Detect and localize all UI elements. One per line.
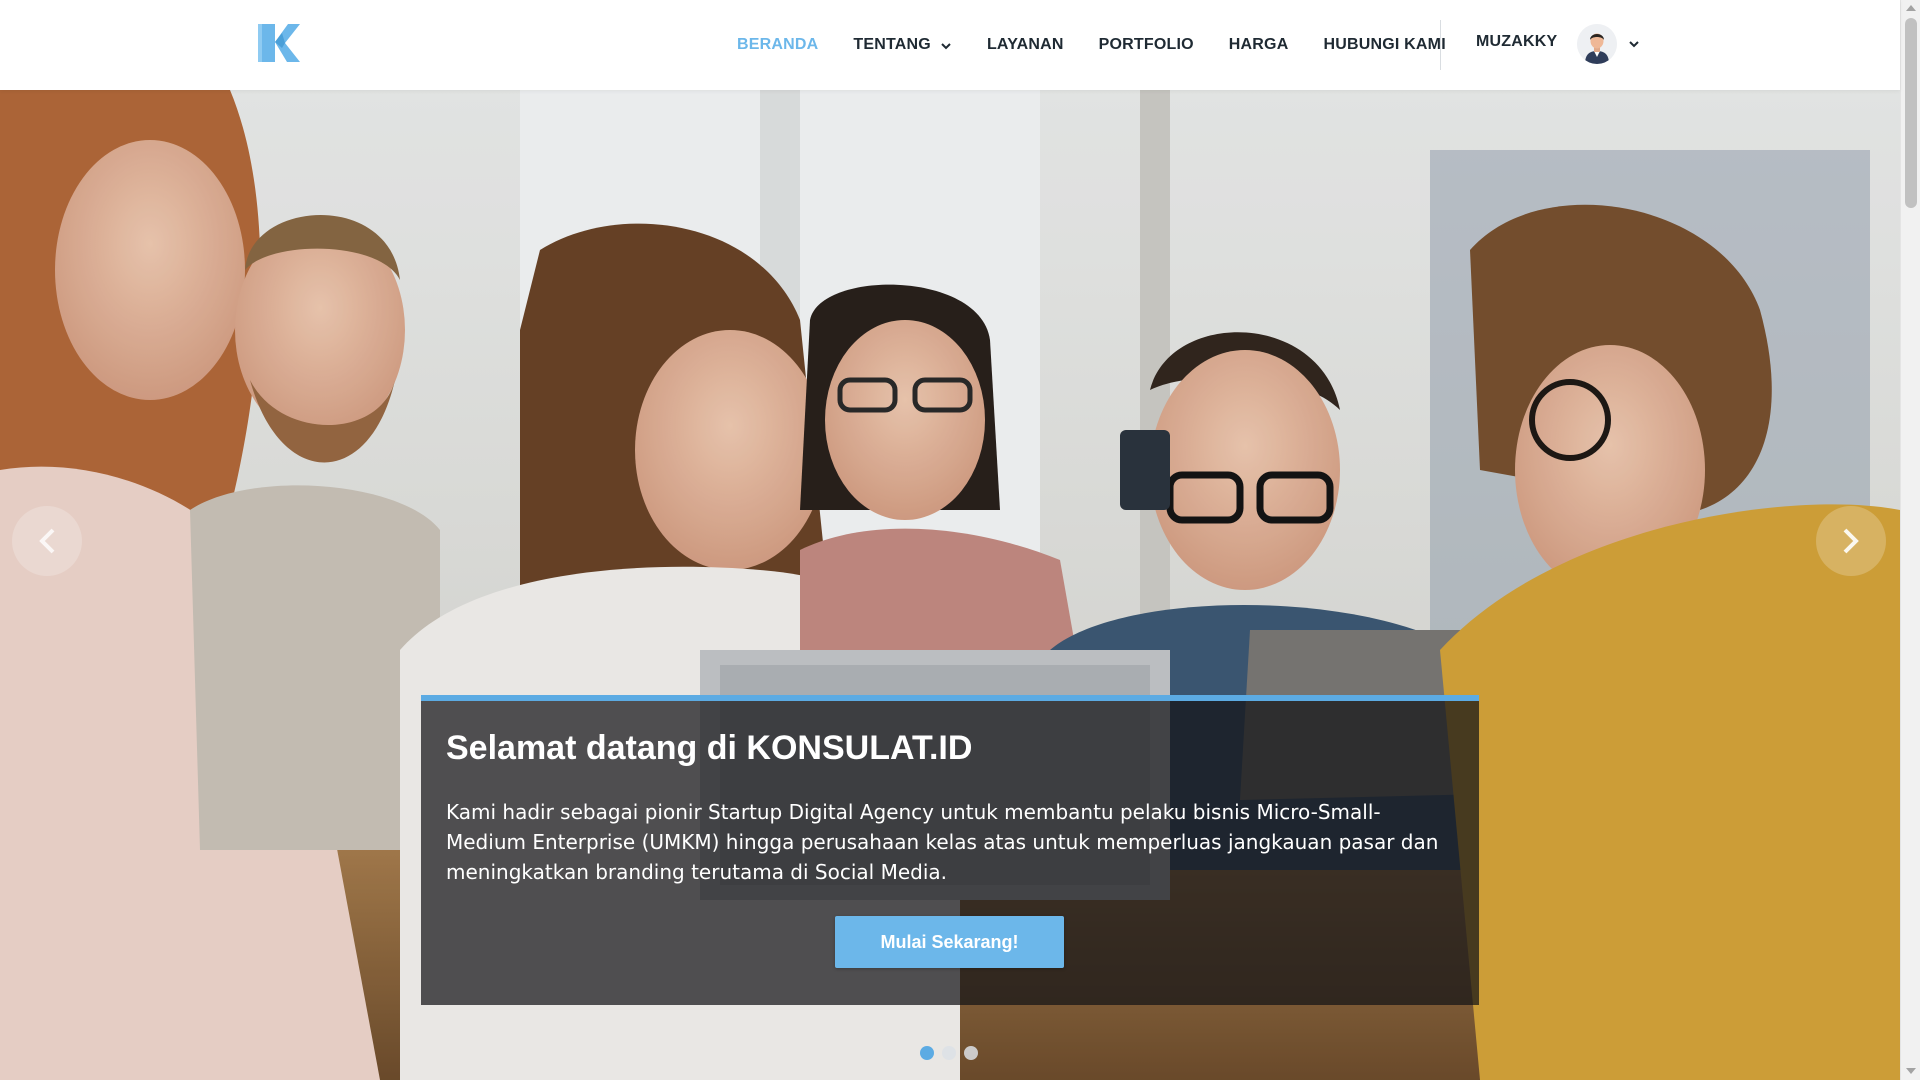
navbar: BERANDA TENTANG LAYANAN PORTFOLIO HARGA … [0, 0, 1900, 90]
nav-beranda[interactable]: BERANDA [737, 36, 818, 54]
carousel-caption: Selamat datang di KONSULAT.ID Kami hadir… [421, 695, 1479, 1005]
carousel-indicator-3[interactable] [964, 1046, 978, 1060]
scroll-down-icon[interactable] [1906, 1068, 1916, 1074]
nav-harga-label: HARGA [1228, 36, 1289, 53]
chevron-down-icon [940, 39, 952, 51]
nav-beranda-label: BERANDA [737, 36, 819, 53]
konsulat-logo-icon[interactable] [256, 20, 300, 66]
nav-portfolio-label: PORTFOLIO [1098, 36, 1194, 53]
page-scrollbar[interactable] [1900, 0, 1920, 1080]
carousel-next-button[interactable] [1816, 506, 1886, 576]
chevron-right-icon [1843, 528, 1859, 554]
carousel-indicator-1[interactable] [920, 1046, 934, 1060]
nav-hubungi-kami[interactable]: HUBUNGI KAMI [1323, 36, 1445, 54]
nav-layanan[interactable]: LAYANAN [987, 36, 1064, 54]
chevron-down-icon[interactable] [1628, 37, 1640, 49]
carousel-indicators [920, 1046, 986, 1060]
nav-layanan-label: LAYANAN [986, 36, 1064, 53]
scrollbar-thumb[interactable] [1905, 18, 1917, 208]
user-avatar-icon[interactable] [1577, 24, 1617, 64]
nav-tentang[interactable]: TENTANG [853, 36, 952, 54]
main-nav: BERANDA TENTANG LAYANAN PORTFOLIO HARGA … [737, 0, 1481, 90]
mulai-sekarang-button[interactable]: Mulai Sekarang! [835, 916, 1064, 968]
nav-portfolio[interactable]: PORTFOLIO [1099, 36, 1194, 54]
scroll-up-icon[interactable] [1906, 5, 1916, 11]
nav-divider [1440, 20, 1441, 70]
carousel-prev-button[interactable] [12, 506, 82, 576]
hero-description: Kami hadir sebagai pionir Startup Digita… [446, 800, 1439, 884]
carousel-indicator-2[interactable] [942, 1046, 956, 1060]
nav-tentang-label: TENTANG [853, 36, 931, 53]
hero-title: Selamat datang di KONSULAT.ID [446, 729, 973, 767]
nav-hubungi-kami-label: HUBUNGI KAMI [1323, 36, 1446, 53]
hero-carousel: Selamat datang di KONSULAT.ID Kami hadir… [0, 90, 1900, 1080]
chevron-left-icon [39, 528, 55, 554]
nav-harga[interactable]: HARGA [1229, 36, 1289, 54]
user-name[interactable]: MUZAKKY [1476, 33, 1557, 51]
